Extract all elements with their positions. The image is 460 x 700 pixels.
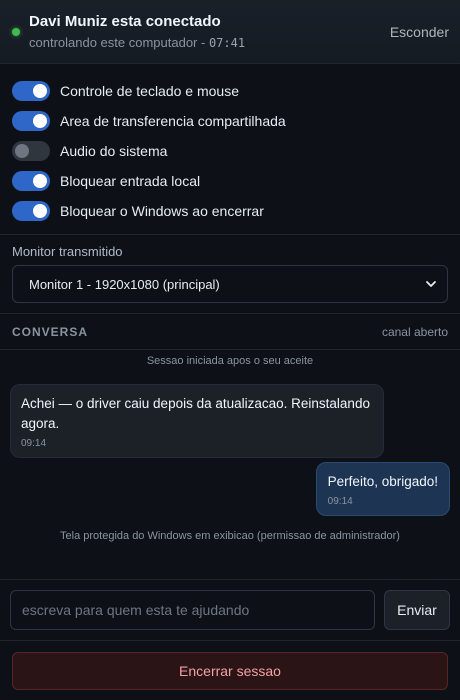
connection-subtitle: controlando este computador - 07:41 bbox=[29, 34, 389, 52]
toggle-knob bbox=[33, 84, 47, 98]
end-session-button[interactable]: Encerrar sessao bbox=[12, 652, 448, 690]
incoming-message: Achei — o driver caiu depois da atualiza… bbox=[10, 384, 384, 458]
connection-title: Davi Muniz esta conectado bbox=[29, 12, 221, 30]
message-time: 09:14 bbox=[21, 438, 47, 449]
toggle-switch[interactable] bbox=[12, 81, 50, 101]
toggle-knob bbox=[15, 144, 29, 158]
outgoing-message: Perfeito, obrigado! 09:14 bbox=[315, 462, 450, 516]
toggle-label: Bloquear o Windows ao encerrar bbox=[60, 203, 264, 219]
toggle-system-audio[interactable]: Audio do sistema bbox=[12, 136, 448, 166]
monitor-section: Monitor transmitido Monitor 1 - 1920x108… bbox=[0, 235, 460, 314]
chat-messages: Sessao iniciada apos o seu aceite Achei … bbox=[0, 337, 460, 579]
message-text: Perfeito, obrigado! bbox=[327, 474, 438, 489]
toggle-switch[interactable] bbox=[12, 201, 50, 221]
toggle-keyboard-mouse[interactable]: Controle de teclado e mouse bbox=[12, 76, 448, 106]
toggle-knob bbox=[33, 114, 47, 128]
session-timer: 07:41 bbox=[208, 35, 246, 50]
session-header: Davi Muniz esta conectado controlando es… bbox=[0, 0, 460, 64]
toggle-switch[interactable] bbox=[12, 141, 50, 161]
hide-button[interactable]: Esconder bbox=[389, 18, 450, 46]
connection-status-dot bbox=[12, 27, 20, 36]
permission-toggles: Controle de teclado e mouse Area de tran… bbox=[0, 64, 460, 235]
monitor-select-value: Monitor 1 - 1920x1080 (principal) bbox=[29, 276, 220, 292]
system-message: Tela protegida do Windows em exibicao (p… bbox=[60, 530, 400, 542]
monitor-label: Monitor transmitido bbox=[12, 244, 123, 259]
toggle-knob bbox=[33, 174, 47, 188]
chevron-down-icon bbox=[426, 281, 436, 287]
monitor-select[interactable]: Monitor 1 - 1920x1080 (principal) bbox=[12, 265, 448, 303]
chat-composer: Enviar bbox=[0, 579, 460, 641]
toggle-block-local-input[interactable]: Bloquear entrada local bbox=[12, 166, 448, 196]
header-text: Davi Muniz esta conectado controlando es… bbox=[29, 12, 389, 52]
message-time: 09:14 bbox=[327, 496, 353, 507]
send-button[interactable]: Enviar bbox=[384, 590, 450, 630]
system-message: Sessao iniciada apos o seu aceite bbox=[146, 355, 314, 367]
toggle-label: Controle de teclado e mouse bbox=[60, 83, 239, 99]
toggle-switch[interactable] bbox=[12, 171, 50, 191]
chat-input[interactable] bbox=[10, 590, 375, 630]
message-text: Achei — o driver caiu depois da atualiza… bbox=[21, 396, 370, 431]
toggle-label: Bloquear entrada local bbox=[60, 173, 201, 189]
connection-subtitle-text: controlando este computador - bbox=[29, 34, 209, 50]
toggle-switch[interactable] bbox=[12, 111, 50, 131]
toggle-clipboard[interactable]: Area de transferencia compartilhada bbox=[12, 106, 448, 136]
toggle-knob bbox=[33, 204, 47, 218]
toggle-label: Area de transferencia compartilhada bbox=[60, 113, 286, 129]
toggle-lock-windows[interactable]: Bloquear o Windows ao encerrar bbox=[12, 196, 448, 226]
toggle-label: Audio do sistema bbox=[60, 143, 168, 159]
